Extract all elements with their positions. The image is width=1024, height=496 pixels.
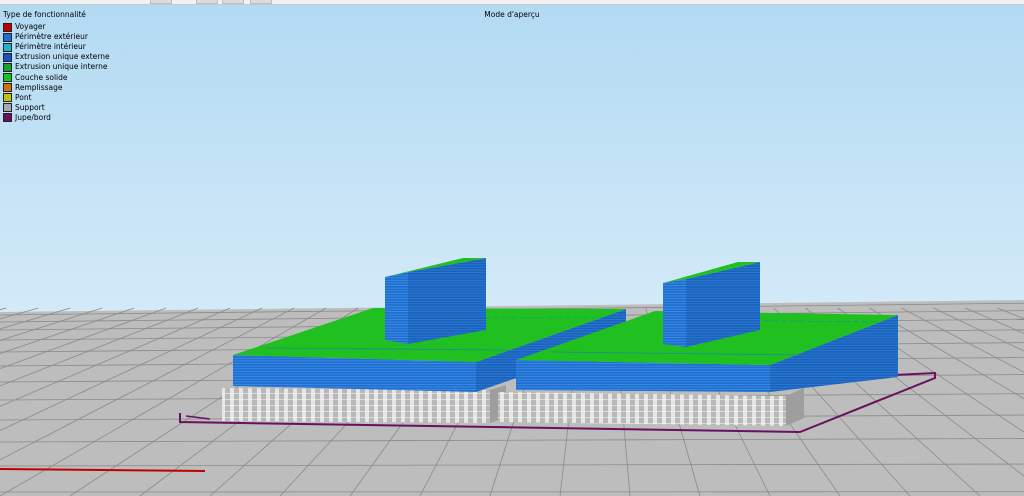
legend-item-label: Périmètre intérieur [15, 42, 86, 52]
legend-item-label: Extrusion unique externe [15, 52, 110, 62]
legend-color-swatch [3, 103, 12, 113]
legend-color-swatch [3, 42, 12, 52]
legend-item-label: Extrusion unique interne [15, 62, 108, 72]
feature-type-legend: Type de fonctionnalité Voyager Périmètre … [3, 10, 110, 123]
legend-item: Support [3, 103, 110, 113]
background-sky [0, 0, 1024, 330]
legend-item: Jupe/bord [3, 113, 110, 123]
legend-color-swatch [3, 93, 12, 103]
legend-item-label: Pont [15, 92, 32, 102]
legend-color-swatch [3, 73, 12, 83]
legend-item-label: Jupe/bord [15, 112, 51, 122]
toolbar-button[interactable] [222, 0, 244, 4]
legend-color-swatch [3, 63, 12, 73]
legend-color-swatch [3, 22, 12, 32]
toolbar-button[interactable] [196, 0, 218, 4]
preview-mode-title: Mode d'aperçu [484, 10, 540, 19]
3d-preview-viewport[interactable]: Mode d'aperçu Type de fonctionnalité Voy… [0, 0, 1024, 496]
legend-item: Extrusion unique interne [3, 62, 110, 73]
legend-color-swatch [3, 32, 12, 42]
legend-item: Périmètre intérieur [3, 42, 110, 52]
legend-title: Type de fonctionnalité [3, 10, 86, 19]
legend-item: Couche solide [3, 73, 110, 83]
legend-item: Voyager [3, 22, 110, 32]
toolbar-button[interactable] [150, 0, 172, 4]
legend-color-swatch [3, 83, 12, 93]
legend-color-swatch [3, 113, 12, 123]
toolbar-button[interactable] [250, 0, 272, 4]
legend-item-label: Remplissage [15, 82, 63, 92]
legend-item-label: Périmètre extérieur [15, 32, 88, 42]
3d-scene[interactable] [0, 0, 1024, 496]
legend-item: Pont [3, 93, 110, 103]
legend-item-label: Couche solide [15, 72, 68, 82]
legend-item: Périmètre extérieur [3, 32, 110, 42]
toolbar-strip [0, 0, 1024, 5]
legend-item: Remplissage [3, 83, 110, 93]
legend-color-swatch [3, 52, 12, 62]
legend-item-label: Support [15, 102, 45, 112]
legend-item: Extrusion unique externe [3, 52, 110, 62]
legend-item-label: Voyager [15, 22, 46, 32]
